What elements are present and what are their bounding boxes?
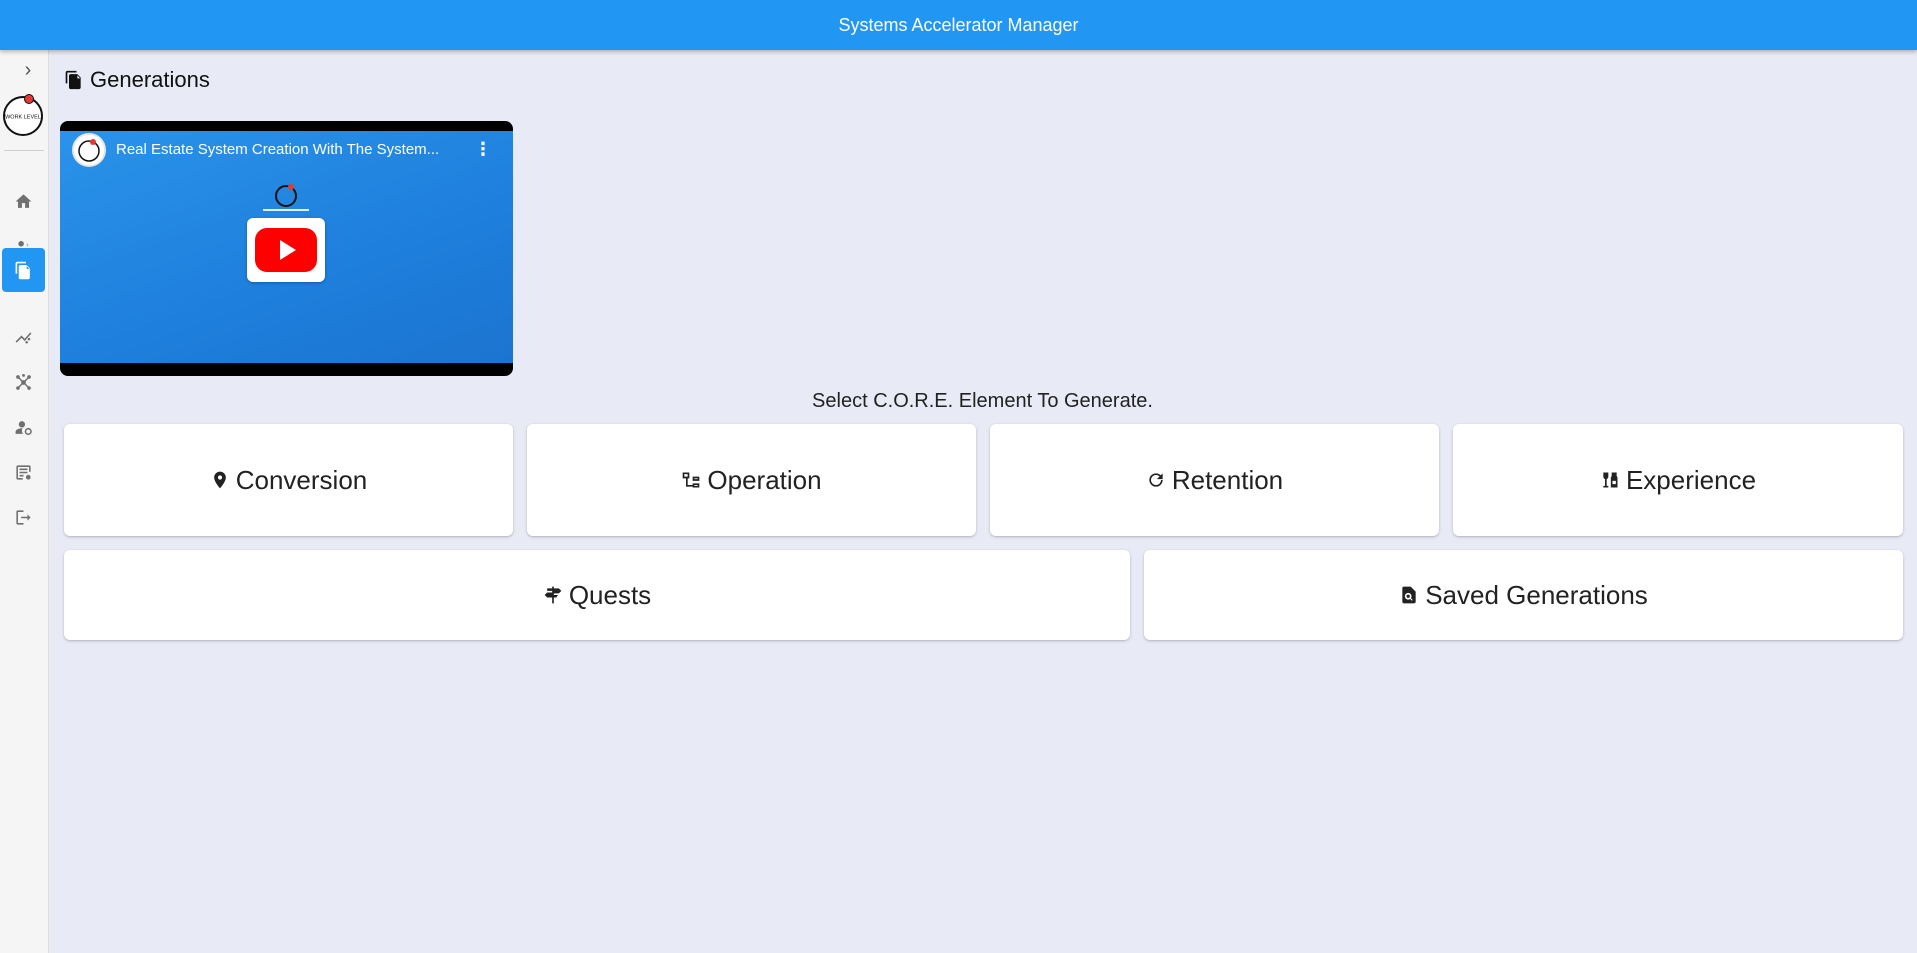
video-title[interactable]: Real Estate System Creation With The Sys… — [116, 141, 456, 158]
location-pin-icon — [213, 471, 226, 489]
app-title: Systems Accelerator Manager — [838, 14, 1079, 35]
chevron-right-icon[interactable]: › — [18, 60, 38, 80]
retention-button[interactable]: Retention — [990, 424, 1439, 536]
saved-generations-button[interactable]: Saved Generations — [1144, 550, 1903, 640]
documents-icon — [15, 261, 30, 279]
analytics-icon — [15, 331, 32, 344]
sidebar-divider — [4, 150, 44, 151]
sidebar-item-analytics[interactable] — [2, 316, 45, 358]
page-title: Generations — [64, 66, 210, 94]
youtube-play-icon[interactable] — [247, 218, 325, 282]
video-center-logo — [241, 183, 331, 213]
find-document-icon — [1402, 586, 1416, 604]
video-embed[interactable]: Real Estate System Creation With The Sys… — [60, 121, 513, 376]
sidebar: › WORK LEVEL — [0, 50, 49, 953]
page-title-text: Generations — [90, 67, 210, 92]
refresh-icon — [1149, 473, 1163, 487]
sidebar-item-report[interactable] — [2, 451, 45, 493]
flowchart-icon — [683, 472, 700, 488]
home-icon — [15, 193, 32, 208]
operation-button[interactable]: Operation — [527, 424, 976, 536]
app-bar: Systems Accelerator Manager — [0, 0, 1917, 50]
conversion-button[interactable]: Conversion — [64, 424, 513, 536]
sidebar-item-home[interactable] — [2, 180, 45, 222]
channel-avatar[interactable] — [72, 133, 106, 167]
documents-icon — [65, 70, 81, 90]
brand-logo: WORK LEVEL — [1, 92, 46, 137]
more-vert-icon[interactable]: ⋮ — [474, 139, 492, 160]
experience-button[interactable]: Experience — [1453, 424, 1903, 536]
logo-text: WORK LEVEL — [5, 115, 41, 121]
user-settings-icon — [15, 420, 32, 435]
sidebar-item-user-settings[interactable] — [2, 406, 45, 448]
sidebar-item-logout[interactable] — [2, 496, 45, 538]
logout-icon — [16, 509, 31, 525]
wine-bar-icon — [1603, 472, 1618, 488]
sidebar-item-generations[interactable] — [2, 248, 45, 292]
signpost-icon — [544, 586, 562, 604]
report-icon — [16, 464, 31, 480]
sidebar-item-hub[interactable] — [2, 361, 45, 403]
core-prompt: Select C.O.R.E. Element To Generate. — [812, 390, 1153, 412]
quests-button[interactable]: Quests — [64, 550, 1130, 640]
hub-icon — [16, 373, 31, 390]
